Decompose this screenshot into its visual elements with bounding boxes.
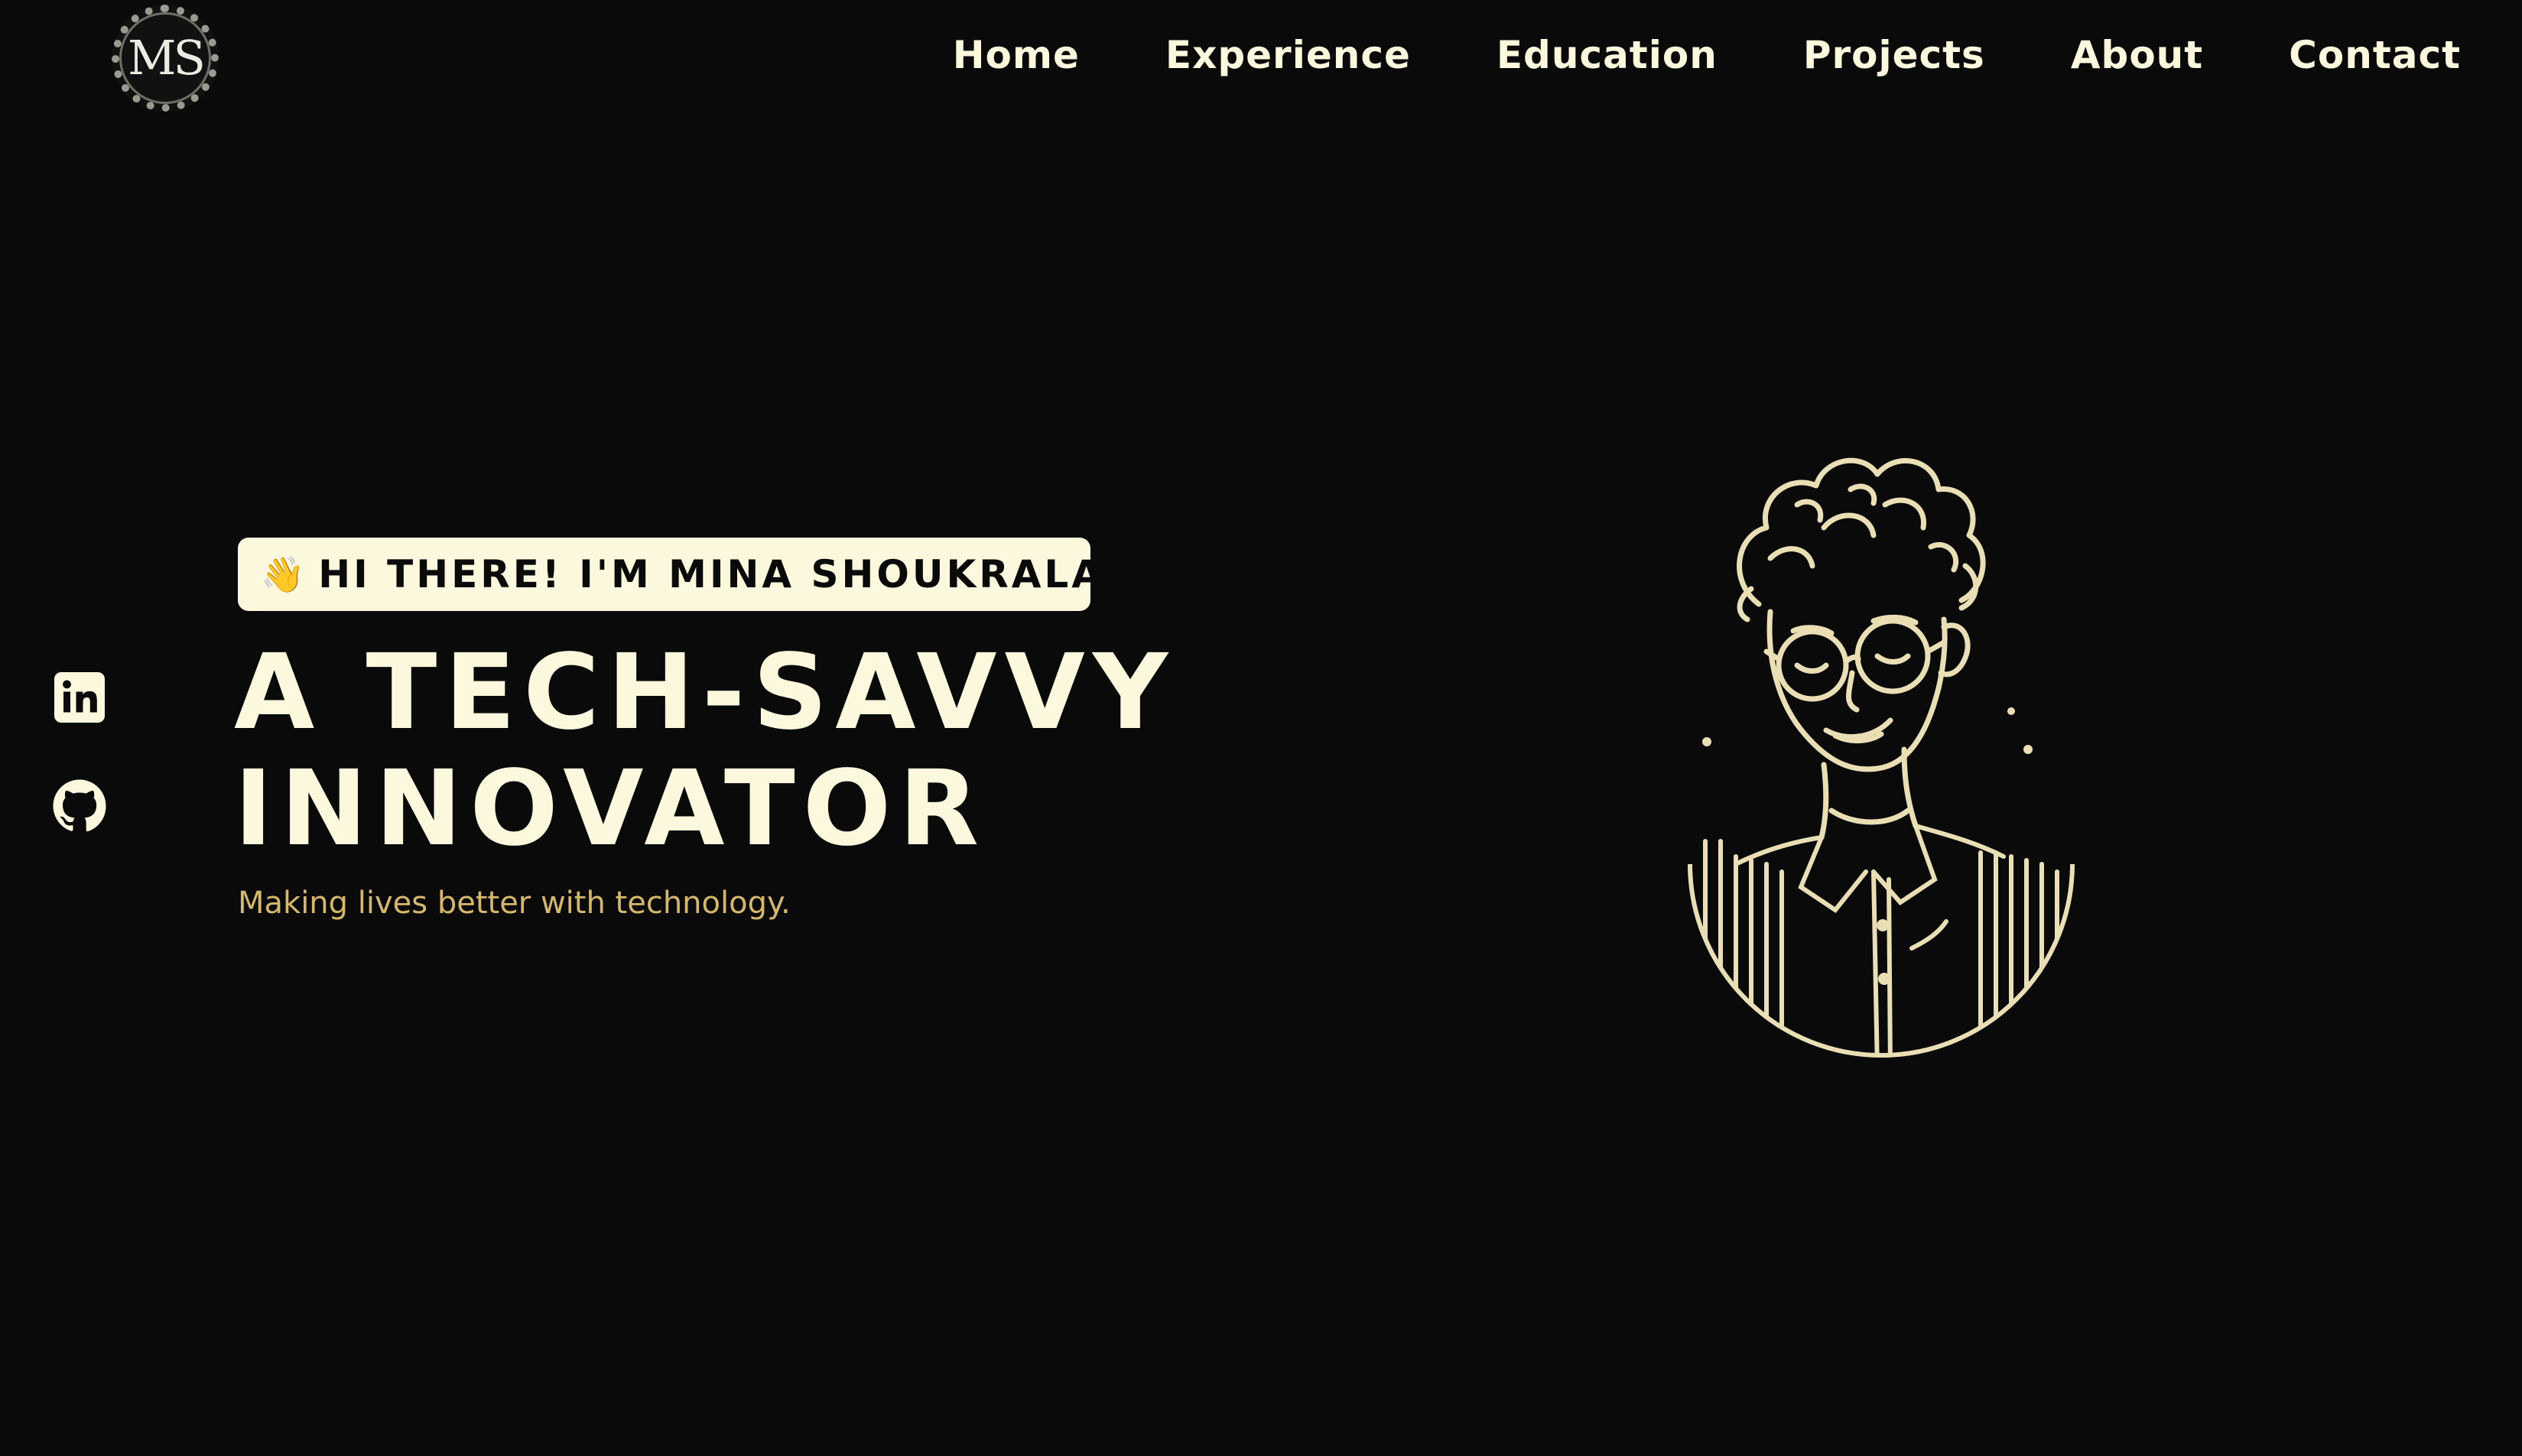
github-icon (53, 779, 106, 832)
nav-about[interactable]: About (2071, 33, 2203, 77)
hero-headline: A TECH-SAVVY INNOVATOR (234, 635, 1175, 867)
hero-tagline: Making lives better with technology. (238, 886, 791, 921)
github-link[interactable] (47, 774, 112, 838)
nav-home[interactable]: Home (953, 33, 1080, 77)
headline-line-2: INNOVATOR (234, 749, 987, 869)
headline-line-1: A TECH-SAVVY (234, 632, 1176, 753)
logo-text: MS (128, 30, 206, 86)
linkedin-link[interactable] (47, 665, 112, 730)
nav-experience[interactable]: Experience (1165, 33, 1411, 77)
logo[interactable]: MS (112, 5, 219, 112)
nav-education[interactable]: Education (1497, 33, 1718, 77)
greeting-badge: 👋 HI THERE! I'M MINA SHOUKRALA (238, 538, 1101, 611)
greeting-text: HI THERE! I'M MINA SHOUKRALA (318, 552, 1104, 596)
portrait-illustration (1688, 457, 2075, 1058)
waving-hand-icon: 👋 (261, 554, 305, 595)
nav-projects[interactable]: Projects (1803, 33, 1985, 77)
linkedin-icon (54, 672, 105, 723)
nav-contact[interactable]: Contact (2289, 33, 2461, 77)
main-nav: Home Experience Education Projects About… (953, 28, 2461, 83)
